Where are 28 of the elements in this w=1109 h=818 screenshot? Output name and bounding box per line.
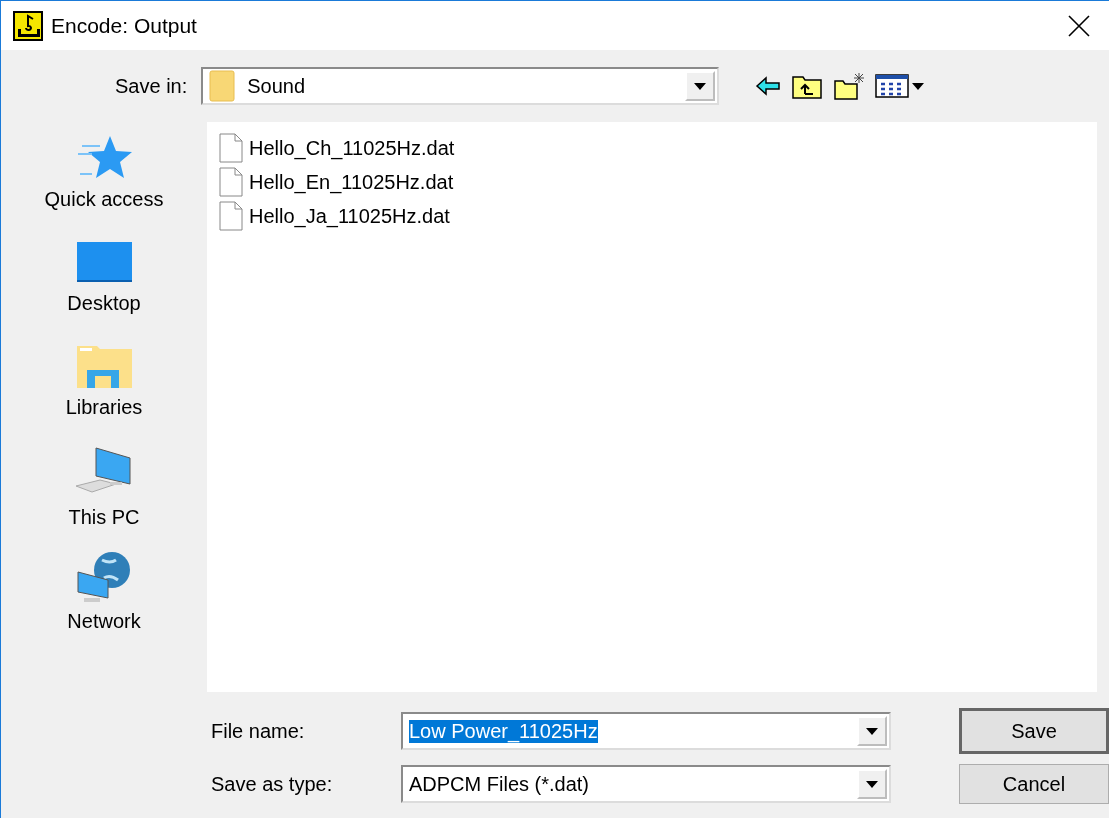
new-folder-button[interactable] bbox=[833, 71, 866, 101]
file-item[interactable]: Hello_Ja_11025Hz.dat bbox=[219, 200, 1085, 232]
close-icon[interactable] bbox=[1068, 14, 1090, 37]
file-item[interactable]: Hello_En_11025Hz.dat bbox=[219, 166, 1085, 198]
file-name-label: File name: bbox=[211, 719, 306, 743]
caret-icon bbox=[866, 727, 878, 735]
sidebar-place[interactable]: This PC bbox=[19, 446, 189, 550]
sidebar-place[interactable]: Libraries bbox=[19, 342, 189, 446]
back-arrow-button[interactable] bbox=[755, 76, 782, 96]
file-icon bbox=[219, 167, 243, 197]
sidebar-place[interactable]: Quick access bbox=[19, 134, 189, 238]
file-item[interactable]: Hello_Ch_11025Hz.dat bbox=[219, 132, 1085, 164]
file-icon bbox=[219, 201, 243, 231]
sidebar-place[interactable]: Desktop bbox=[19, 238, 189, 342]
save-in-label: Save in: bbox=[115, 74, 188, 98]
save-button[interactable]: Save bbox=[959, 708, 1109, 754]
save-as-type-label: Save as type: bbox=[211, 772, 334, 796]
sidebar-place[interactable]: Network bbox=[19, 550, 189, 654]
file-name-field[interactable]: Low Power_11025Hz bbox=[401, 712, 891, 750]
save-as-type-dropdown[interactable]: ADPCM Files (*.dat) bbox=[401, 765, 891, 803]
file-icon bbox=[219, 133, 243, 163]
cancel-button[interactable]: Cancel bbox=[959, 764, 1109, 804]
window-title: Encode: Output bbox=[51, 13, 198, 38]
caret-icon bbox=[866, 780, 878, 788]
caret-icon bbox=[694, 82, 707, 90]
folder-icon bbox=[209, 70, 236, 102]
app-icon bbox=[13, 10, 43, 41]
save-in-dropdown[interactable]: Sound bbox=[201, 67, 720, 105]
